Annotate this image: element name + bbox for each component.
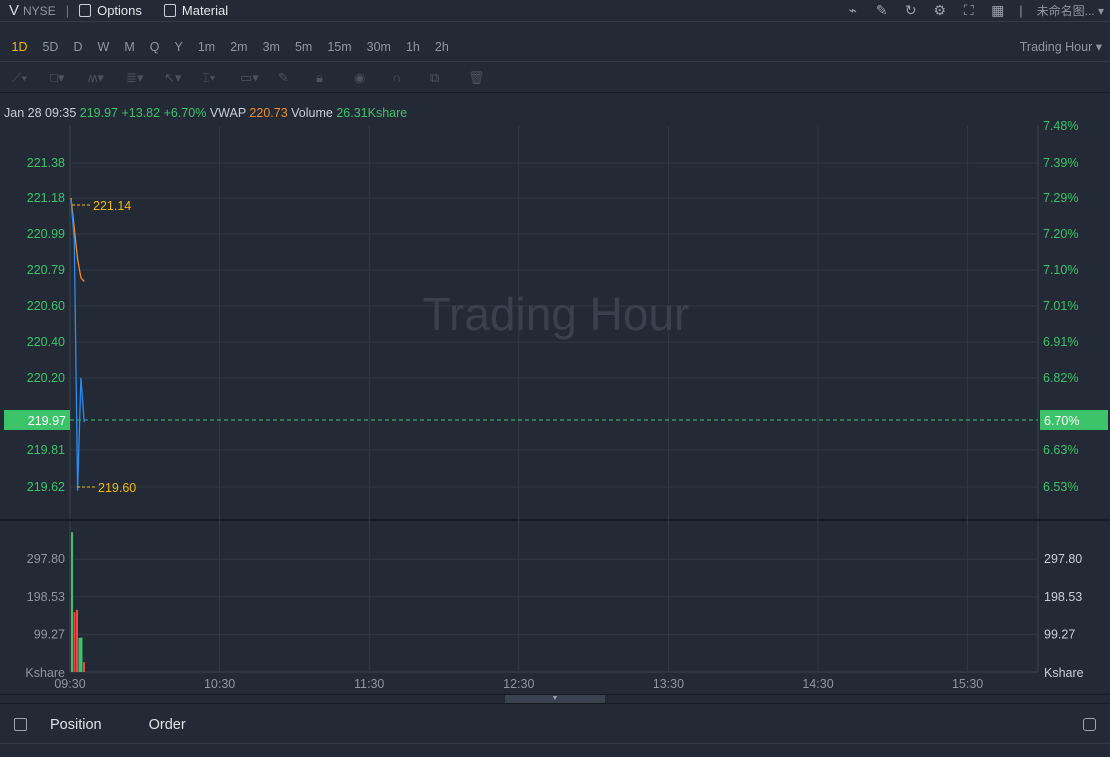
low-label: 219.60 [98,481,136,495]
vwap-line [70,197,85,282]
volume-unit: Kshare [25,666,65,680]
pct-tick: 6.63% [1043,443,1078,457]
pct-tick: 7.39% [1043,156,1078,170]
price-line [70,199,85,491]
price-tick: 221.18 [27,191,65,205]
volume-tick: 297.80 [27,552,65,566]
current-price-label: 219.97 [28,414,66,428]
volume-bar [83,662,85,672]
tab-order[interactable]: Order [149,717,186,733]
pct-tick: 6.82% [1043,371,1078,385]
volume-bar [73,612,76,672]
price-tick: 220.40 [27,335,65,349]
volume-tick-right: 198.53 [1044,590,1082,604]
pct-tick: 7.01% [1043,299,1078,313]
price-tick: 220.60 [27,299,65,313]
watermark: Trading Hour [423,288,690,340]
popout-icon[interactable] [1083,718,1096,731]
sidebar-toggle-icon[interactable] [14,718,27,731]
volume-tick-right: 297.80 [1044,552,1082,566]
time-tick: 15:30 [952,677,983,691]
volume-bar [78,637,81,672]
panel-resize-handle[interactable]: ▼ [0,694,1110,704]
pct-tick: 7.10% [1043,263,1078,277]
tab-position[interactable]: Position [50,717,102,733]
high-label: 221.14 [93,199,131,213]
pct-tick: 7.29% [1043,191,1078,205]
price-tick: 219.81 [27,443,65,457]
bottom-panel: Position Order [0,706,1110,744]
time-tick: 12:30 [503,677,534,691]
pct-tick: 7.20% [1043,227,1078,241]
volume-tick: 198.53 [27,590,65,604]
price-tick: 220.20 [27,371,65,385]
price-tick: 220.99 [27,227,65,241]
price-tick: 219.62 [27,480,65,494]
volume-bar [76,609,78,672]
collapse-handle[interactable]: ▼ [505,695,605,703]
volume-tick-right: 99.27 [1044,627,1075,641]
volume-unit-right: Kshare [1044,666,1084,680]
time-tick: 11:30 [354,677,384,691]
volume-bar [80,637,83,672]
current-pct-label: 6.70% [1044,414,1079,428]
pct-tick: 6.91% [1043,335,1078,349]
time-tick: 13:30 [653,677,684,691]
pct-tick: 7.48% [1043,119,1078,133]
price-chart[interactable]: 221.38 221.18 220.99 220.79 220.60 220.40 220.… [0,0,1110,694]
time-tick: 14:30 [802,677,833,691]
pct-tick: 6.53% [1043,480,1078,494]
volume-tick: 99.27 [34,627,65,641]
time-tick: 10:30 [204,677,235,691]
volume-bar [71,532,73,672]
price-tick: 220.79 [27,263,65,277]
price-tick: 221.38 [27,156,65,170]
